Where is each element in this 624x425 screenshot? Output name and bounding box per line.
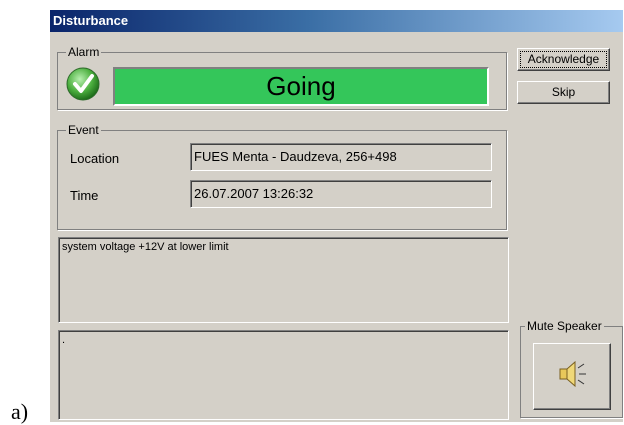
alarm-status-bar: Going — [113, 67, 489, 106]
mute-speaker-button[interactable] — [533, 343, 611, 410]
figure-caption: a) — [11, 399, 29, 424]
mute-speaker-legend: Mute Speaker — [525, 319, 604, 333]
location-field: FUES Menta - Daudzeva, 256+498 — [190, 143, 492, 171]
acknowledge-button[interactable]: Acknowledge — [517, 48, 610, 71]
speaker-icon — [559, 360, 586, 388]
disturbance-window: Disturbance Alarm Going Event Location F… — [50, 10, 623, 422]
time-label: Time — [70, 188, 99, 203]
skip-button[interactable]: Skip — [517, 81, 610, 104]
location-label: Location — [70, 151, 120, 166]
message-panel: system voltage +12V at lower limit — [58, 237, 509, 323]
alarm-legend: Alarm — [66, 45, 102, 59]
check-icon — [66, 67, 100, 101]
alarm-group: Alarm Going — [57, 45, 507, 110]
notes-panel[interactable]: . — [58, 330, 509, 420]
window-title: Disturbance — [50, 10, 623, 32]
mute-speaker-group: Mute Speaker — [520, 319, 623, 418]
event-group: Event Location FUES Menta - Daudzeva, 25… — [57, 123, 507, 230]
event-legend: Event — [66, 123, 101, 137]
time-field: 26.07.2007 13:26:32 — [190, 180, 492, 208]
